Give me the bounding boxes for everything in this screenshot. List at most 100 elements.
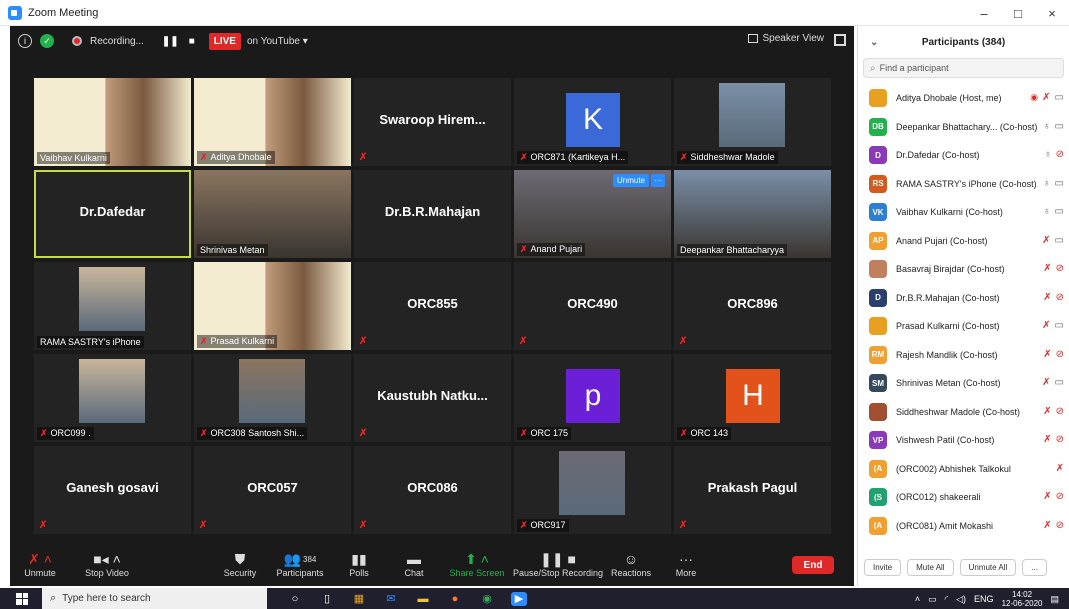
video-tile[interactable]: K ✗ ORC871 (Kartikeya H... [514,78,671,166]
mic-muted-icon[interactable]: ✗ [1042,92,1050,103]
video-tile[interactable]: Ganesh gosavi ✗ [34,446,191,534]
participant-row[interactable]: Prasad Kulkarni (Co-host) ✗ ▭ [858,312,1069,341]
video-off-icon[interactable]: ⊘ [1056,149,1064,160]
panel-more-button[interactable]: ... [1022,558,1047,576]
mic-icon[interactable]: ♁ [1044,149,1052,160]
mic-muted-icon[interactable]: ✗ [1043,434,1051,445]
find-participant-input[interactable]: ⌕ Find a participant [863,58,1064,78]
participant-row[interactable]: (A (ORC081) Amit Mokashi ✗ ⊘ [858,512,1069,541]
mic-muted-icon[interactable]: ✗ [1043,263,1051,274]
video-tile[interactable]: ORC490 ✗ [514,262,671,350]
end-meeting-button[interactable]: End [792,556,834,574]
video-on-icon[interactable]: ▭ [1055,206,1064,217]
windows-start-icon[interactable] [16,592,28,605]
video-tile[interactable]: H ✗ ORC 143 [674,354,831,442]
participant-row[interactable]: DB Deepankar Bhattachary... (Co-host) ♁ ▭ [858,113,1069,142]
stop-video-button[interactable]: ■◂ ˄ Stop Video [72,550,142,579]
participant-row[interactable]: (S (ORC012) shakeerali ✗ ⊘ [858,483,1069,512]
live-stream-dropdown[interactable]: on YouTube ▾ [247,36,308,47]
mic-muted-icon[interactable]: ✗ [1043,406,1051,417]
video-off-icon[interactable]: ⊘ [1056,520,1064,531]
video-off-icon[interactable]: ⊘ [1056,491,1064,502]
mic-muted-icon[interactable]: ✗ [1042,235,1050,246]
video-off-icon[interactable]: ⊘ [1056,349,1064,360]
pause-recording-icon[interactable]: ❚❚ [162,36,179,47]
mic-muted-icon[interactable]: ✗ [1042,377,1050,388]
clock[interactable]: 14:02 12-06-2020 [1002,590,1043,608]
video-on-icon[interactable]: ▭ [1055,320,1064,331]
mic-muted-icon[interactable]: ✗ [1043,520,1051,531]
video-off-icon[interactable]: ⊘ [1056,434,1064,445]
video-tile[interactable]: Dr.B.R.Mahajan [354,170,511,258]
mic-muted-icon[interactable]: ✗ [1043,292,1051,303]
video-tile[interactable]: Dr.Dafedar [34,170,191,258]
video-tile[interactable]: ✗ Anand Pujari Unmute ··· [514,170,671,258]
mic-muted-icon[interactable]: ✗ [1056,463,1064,474]
participant-row[interactable]: D Dr.B.R.Mahajan (Co-host) ✗ ⊘ [858,284,1069,313]
video-tile[interactable]: Prakash Pagul ✗ [674,446,831,534]
task-view-icon[interactable]: ▯ [319,592,335,606]
notifications-icon[interactable]: ▤ [1050,594,1059,605]
more-button[interactable]: ··· More [651,550,721,578]
video-tile[interactable]: ORC086 ✗ [354,446,511,534]
video-tile[interactable]: Vaibhav Kulkarni [34,78,191,166]
close-button[interactable]: × [1035,0,1069,26]
video-off-icon[interactable]: ⊘ [1056,292,1064,303]
video-tile[interactable]: ✗ ORC917 [514,446,671,534]
encryption-shield-icon[interactable]: ✓ [40,34,54,48]
video-off-icon[interactable]: ⊘ [1056,263,1064,274]
video-on-icon[interactable]: ▭ [1055,178,1064,189]
chat-button[interactable]: ▬ Chat [379,550,449,578]
fullscreen-icon[interactable] [834,34,846,46]
mic-muted-icon[interactable]: ✗ [1042,320,1050,331]
video-on-icon[interactable]: ▭ [1055,377,1064,388]
wifi-icon[interactable]: ◜ [945,594,949,605]
participant-row[interactable]: Basavraj Birajdar (Co-host) ✗ ⊘ [858,255,1069,284]
video-tile[interactable]: ✗ Siddheshwar Madole [674,78,831,166]
firefox-icon[interactable]: ● [447,592,463,606]
taskbar-search-input[interactable]: ⌕ Type here to search [42,588,267,609]
mic-icon[interactable]: ♁ [1043,121,1051,132]
video-tile[interactable]: Deepankar Bhattacharyya [674,170,831,258]
cortana-icon[interactable]: ○ [287,592,303,606]
stop-recording-icon[interactable]: ■ [189,36,195,47]
participant-row[interactable]: VK Vaibhav Kulkarni (Co-host) ♁ ▭ [858,198,1069,227]
participant-row[interactable]: RM Rajesh Mandlik (Co-host) ✗ ⊘ [858,341,1069,370]
participant-row[interactable]: D Dr.Dafedar (Co-host) ♁ ⊘ [858,141,1069,170]
chrome-icon[interactable]: ◉ [479,592,495,606]
video-tile[interactable]: Kaustubh Natku... ✗ [354,354,511,442]
speaker-view-button[interactable]: Speaker View [748,33,824,44]
participant-row[interactable]: VP Vishwesh Patil (Co-host) ✗ ⊘ [858,426,1069,455]
video-tile[interactable]: ORC855 ✗ [354,262,511,350]
maximize-button[interactable]: □ [1001,0,1035,26]
video-tile[interactable]: Swaroop Hirem... ✗ [354,78,511,166]
participant-row[interactable]: RS RAMA SASTRY's iPhone (Co-host) ♁ ▭ [858,170,1069,199]
participant-row[interactable]: (A (ORC002) Abhishek Talkokul ✗ [858,455,1069,484]
video-on-icon[interactable]: ▭ [1055,92,1064,103]
info-icon[interactable]: i [18,34,32,48]
share-screen-button[interactable]: ⬆ ˄ Share Screen [442,550,512,579]
store-icon[interactable]: ▦ [351,592,367,606]
mic-muted-icon[interactable]: ✗ [1043,491,1051,502]
invite-button[interactable]: Invite [864,558,902,576]
participant-row[interactable]: Siddheshwar Madole (Co-host) ✗ ⊘ [858,398,1069,427]
participant-row[interactable]: SM Shrinivas Metan (Co-host) ✗ ▭ [858,369,1069,398]
mic-icon[interactable]: ♁ [1043,206,1051,217]
unmute-button[interactable]: ✗ ˄ Unmute [5,550,75,579]
video-tile[interactable]: RAMA SASTRY's iPhone [34,262,191,350]
chevron-down-icon[interactable]: ⌄ [870,37,878,48]
video-off-icon[interactable]: ⊘ [1056,406,1064,417]
mute-all-button[interactable]: Mute All [907,558,954,576]
zoom-taskbar-icon[interactable]: ▶ [511,591,527,606]
tray-chevron-icon[interactable]: ˄ [915,594,920,604]
volume-icon[interactable]: ◁) [956,594,966,605]
mail-icon[interactable]: ✉ [383,592,399,606]
video-on-icon[interactable]: ▭ [1055,235,1064,246]
mic-icon[interactable]: ♁ [1043,178,1051,189]
minimize-button[interactable]: – [967,0,1001,26]
video-tile[interactable]: ORC057 ✗ [194,446,351,534]
battery-icon[interactable]: ▭ [928,594,937,605]
tile-unmute-button[interactable]: Unmute [612,174,649,187]
video-on-icon[interactable]: ▭ [1055,121,1064,132]
video-tile[interactable]: ORC896 ✗ [674,262,831,350]
